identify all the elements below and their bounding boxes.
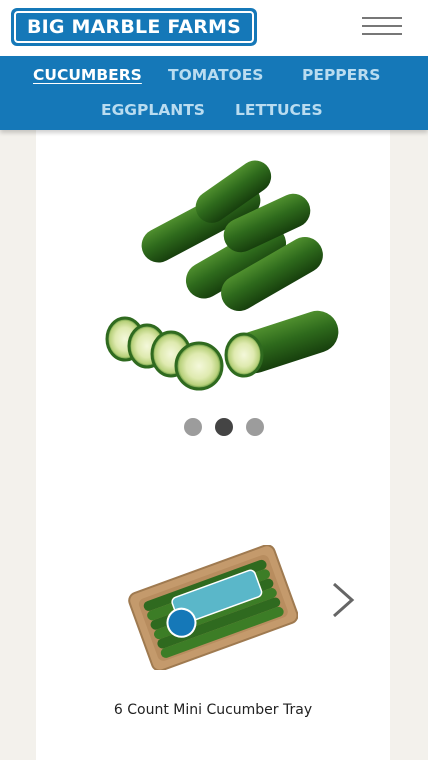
nav-item-eggplants[interactable]: EGGPLANTS [101,101,205,119]
menu-hamburger-icon[interactable] [362,16,402,38]
whole-cucumbers [141,160,323,311]
product-category-nav: CUCUMBERS TOMATOES PEPPERS EGGPLANTS LET… [0,56,428,130]
carousel-dot[interactable] [184,418,202,436]
brand-logo[interactable]: BIG MARBLE FARMS [11,8,257,46]
product-name[interactable]: 6 Count Mini Cucumber Tray [36,702,390,718]
carousel-dot-active[interactable] [215,418,233,436]
hamburger-line [362,33,402,35]
site-header: BIG MARBLE FARMS [0,0,428,56]
cucumber-tray-image[interactable] [128,545,298,670]
hamburger-line [362,17,402,19]
nav-item-tomatoes[interactable]: TOMATOES [168,66,263,84]
nav-item-lettuces[interactable]: LETTUCES [235,101,323,119]
nav-item-cucumbers[interactable]: CUCUMBERS [33,66,142,84]
cucumber-hero-image [105,160,339,391]
half-cucumber [224,310,339,378]
hamburger-line [362,25,402,27]
brand-logo-text: BIG MARBLE FARMS [14,11,254,43]
chevron-right-icon[interactable] [326,580,362,620]
carousel-dot[interactable] [246,418,264,436]
carousel-pagination [184,418,264,436]
nav-item-peppers[interactable]: PEPPERS [302,66,380,84]
cucumber-slices [105,316,224,391]
